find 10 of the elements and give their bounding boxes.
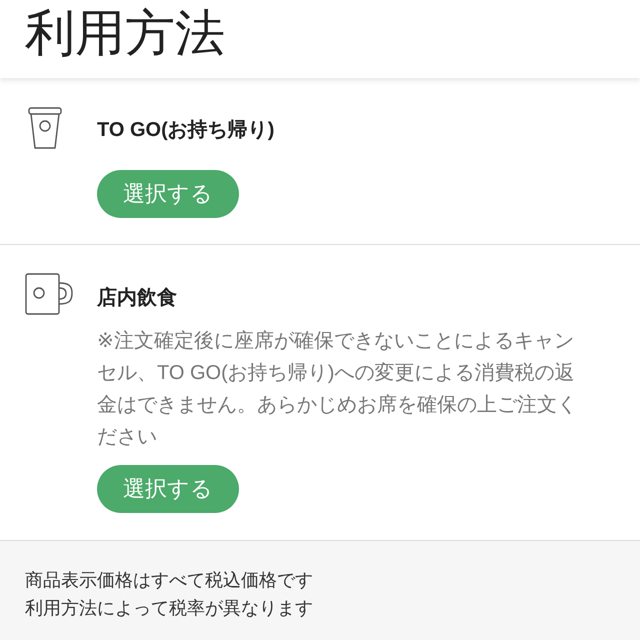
option-label: 店内飲食 (97, 286, 177, 311)
cup-icon (28, 107, 62, 149)
option-note: ※注文確定後に座席が確保できないことによるキャンセル、TO GO(お持ち帰り)への変更による消費税の返金はできません。あらかじめお席を確保の上ご注文ください (97, 329, 577, 450)
select-button[interactable]: 選択する (97, 170, 239, 218)
mug-icon (25, 273, 73, 315)
page-title: 利用方法 (25, 4, 225, 63)
option-label: TO GO(お持ち帰り) (97, 118, 274, 143)
select-button[interactable]: 選択する (97, 465, 239, 513)
footer-note: 商品表示価格はすべて税込価格です (25, 569, 313, 592)
footer-note: 利用方法によって税率が異なります (25, 597, 313, 620)
